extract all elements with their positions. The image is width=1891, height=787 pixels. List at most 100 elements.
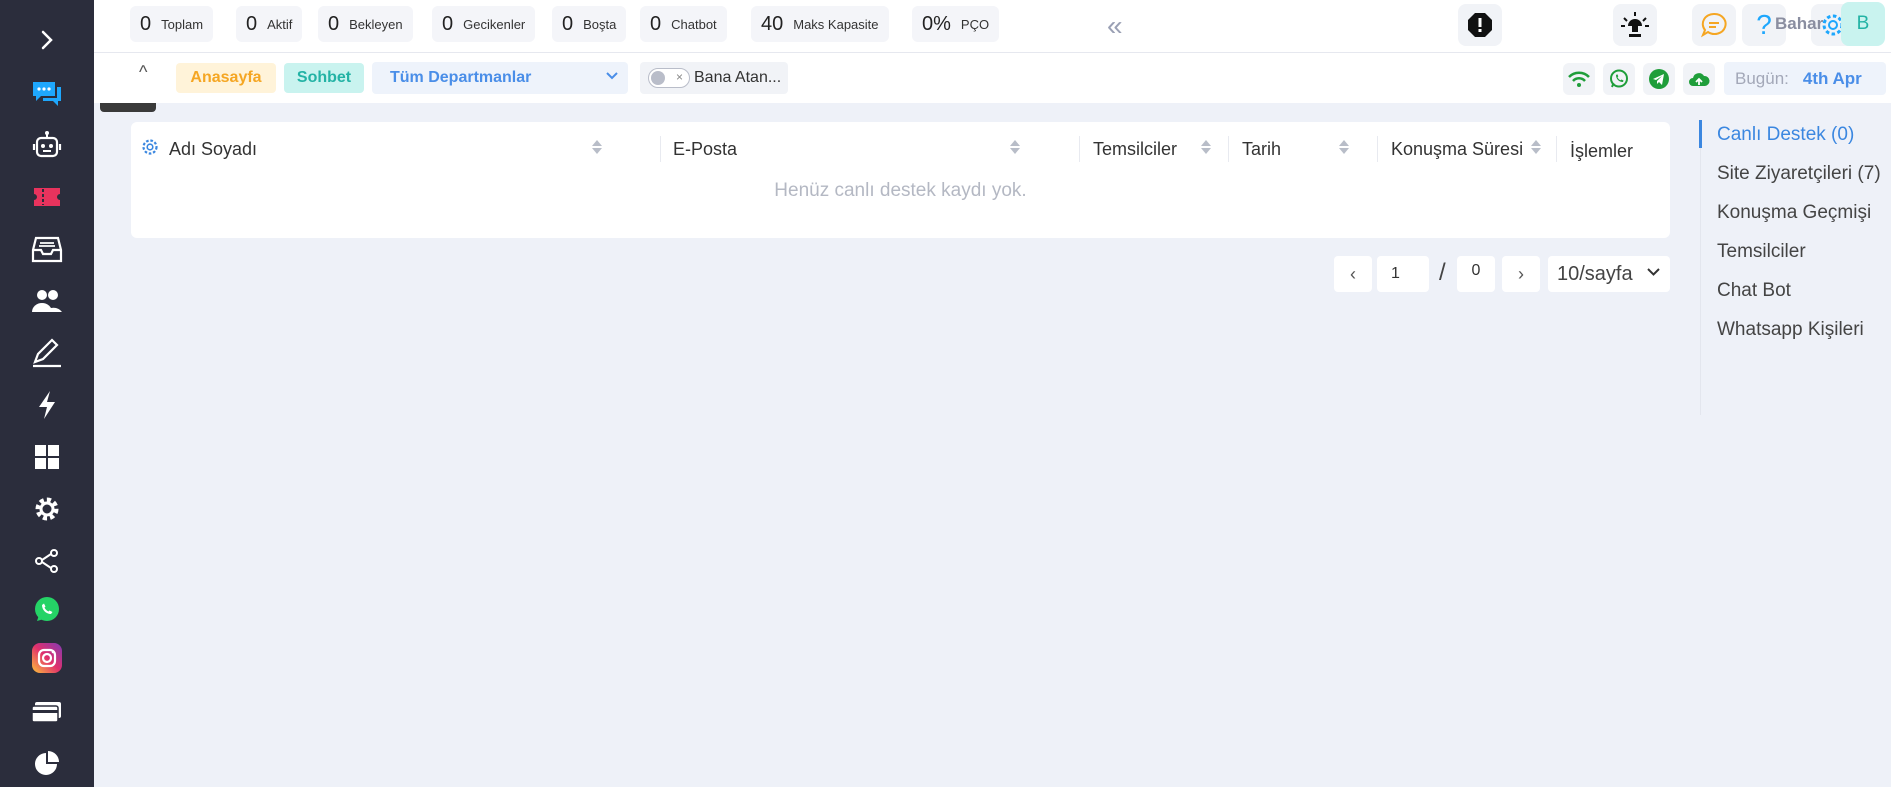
sidebar-item-automation[interactable] — [0, 385, 94, 425]
assigned-filter: × Bana Atan... — [640, 62, 788, 94]
sort-icon[interactable] — [1339, 140, 1349, 154]
sidebar-item-bot[interactable] — [0, 125, 94, 165]
top-bar: 0 Toplam 0 Aktif 0 Bekleyen 0 Gecikenler 0 Bo… — [94, 0, 1891, 53]
stat-value: 0 — [328, 12, 340, 35]
channel-telegram-button[interactable] — [1643, 63, 1675, 95]
sidebar-item-reports[interactable] — [0, 744, 94, 784]
breadcrumb-home[interactable]: Anasayfa — [176, 63, 276, 93]
total-pages: 0 — [1457, 256, 1495, 292]
stat-chatbot[interactable]: 0 Chatbot — [640, 6, 727, 42]
stat-value: 0 — [140, 12, 152, 35]
close-icon: × — [675, 70, 683, 84]
sidebar-item-users[interactable] — [0, 281, 94, 321]
stat-value: 0% — [922, 12, 951, 35]
stat-label: Aktif — [267, 16, 293, 32]
assigned-toggle[interactable]: × — [648, 68, 690, 88]
sort-icon[interactable] — [1531, 140, 1541, 154]
whatsapp-icon — [35, 597, 59, 621]
stat-label: Maks Kapasite — [793, 16, 879, 32]
robot-icon — [32, 131, 62, 158]
today-label: Bugün: — [1735, 68, 1789, 88]
grid-icon — [35, 445, 59, 469]
chat-bubbles-icon — [33, 82, 61, 106]
sub-bar: ^ Anasayfa Sohbet Tüm Departmanlar × Ban… — [94, 53, 1891, 103]
breadcrumb-chat[interactable]: Sohbet — [284, 63, 364, 93]
sidebar — [0, 0, 94, 787]
stat-pco[interactable]: 0% PÇO — [912, 6, 1000, 42]
prev-page-button[interactable]: ‹ — [1334, 256, 1372, 292]
theme-button[interactable] — [1613, 4, 1657, 46]
card-icon — [31, 702, 61, 723]
sidebar-item-payment[interactable] — [0, 692, 94, 732]
alert-button[interactable] — [1458, 4, 1502, 46]
stat-value: 0 — [442, 12, 454, 35]
right-nav-whatsapp-contacts[interactable]: Whatsapp Kişileri — [1717, 319, 1864, 341]
page-size-select[interactable]: 10/sayfa — [1548, 256, 1670, 292]
today-indicator: Bugün: 4th Apr — [1724, 62, 1886, 95]
sort-icon[interactable] — [1201, 140, 1211, 154]
channel-wifi-button[interactable] — [1563, 63, 1595, 95]
stat-value: 0 — [246, 12, 258, 35]
column-header-date[interactable]: Tarih — [1242, 134, 1281, 164]
sidebar-item-settings[interactable] — [0, 489, 94, 529]
avatar[interactable]: B — [1841, 2, 1885, 46]
collapse-stats-button[interactable]: « — [1107, 10, 1123, 42]
pen-icon — [33, 338, 61, 368]
stat-active[interactable]: 0 Aktif — [236, 6, 303, 42]
sort-icon[interactable] — [592, 140, 602, 154]
stat-idle[interactable]: 0 Boşta — [552, 6, 627, 42]
stat-label: Bekleyen — [349, 16, 403, 32]
column-header-email[interactable]: E-Posta — [673, 134, 737, 164]
ticket-icon — [34, 188, 60, 206]
department-select[interactable]: Tüm Departmanlar — [372, 62, 628, 94]
sidebar-item-whatsapp[interactable] — [0, 590, 94, 630]
stat-label: Toplam — [161, 16, 204, 32]
today-value: 4th Apr — [1802, 68, 1862, 88]
bolt-icon — [39, 391, 55, 419]
column-header-duration[interactable]: Konuşma Süresi — [1391, 134, 1523, 164]
chevron-down-icon — [606, 68, 618, 84]
chevron-down-icon — [1647, 265, 1660, 280]
channel-whatsapp-button[interactable] — [1603, 63, 1635, 95]
share-icon — [35, 549, 58, 573]
sidebar-item-chat[interactable] — [0, 73, 94, 113]
sidebar-item-inbox[interactable] — [0, 229, 94, 269]
active-indicator — [1699, 120, 1702, 148]
stat-label: Gecikenler — [463, 16, 526, 32]
stat-label: Boşta — [583, 16, 617, 32]
sidebar-item-instagram[interactable] — [0, 638, 94, 678]
sidebar-item-dashboard[interactable] — [0, 437, 94, 477]
instagram-icon — [32, 643, 62, 673]
empty-state-text: Henüz canlı destek kaydı yok. — [774, 180, 1027, 201]
next-page-button[interactable]: › — [1502, 256, 1540, 292]
sidebar-item-share[interactable] — [0, 541, 94, 581]
stat-max-capacity[interactable]: 40 Maks Kapasite — [751, 6, 889, 42]
stat-total[interactable]: 0 Toplam — [130, 6, 214, 42]
sidebar-item-tickets[interactable] — [0, 177, 94, 217]
pie-chart-icon — [35, 751, 59, 775]
channel-cloud-button[interactable] — [1683, 63, 1715, 95]
right-nav-chat-history[interactable]: Konuşma Geçmişi — [1717, 202, 1871, 224]
cloud-icon — [1689, 73, 1710, 86]
right-nav-agents[interactable]: Temsilciler — [1717, 241, 1806, 263]
whatsapp-icon — [1610, 69, 1628, 88]
feedback-button[interactable] — [1692, 4, 1736, 46]
page-separator: / — [1439, 259, 1446, 286]
user-name: Bahar — [1775, 14, 1824, 33]
stat-value: 0 — [562, 12, 574, 35]
assigned-toggle-label: Bana Atan... — [694, 69, 782, 86]
stat-waiting[interactable]: 0 Bekleyen — [318, 6, 413, 42]
page-number-input[interactable]: 1 — [1377, 256, 1429, 292]
right-nav-site-visitors[interactable]: Site Ziyaretçileri (7) — [1717, 163, 1881, 185]
stat-delayed[interactable]: 0 Gecikenler — [432, 6, 536, 42]
right-nav-chat-bot[interactable]: Chat Bot — [1717, 280, 1791, 302]
column-header-agents[interactable]: Temsilciler — [1093, 134, 1177, 164]
right-nav-live-support[interactable]: Canlı Destek (0) — [1717, 124, 1854, 146]
sidebar-item-edit[interactable] — [0, 333, 94, 373]
sort-icon[interactable] — [1010, 140, 1020, 154]
column-header-name[interactable]: Adı Soyadı — [169, 134, 257, 164]
column-header-actions: İşlemler — [1570, 140, 1634, 161]
column-settings-icon[interactable] — [141, 138, 159, 156]
sidebar-expand-button[interactable] — [0, 20, 94, 60]
right-nav: Canlı Destek (0) Site Ziyaretçileri (7) … — [1699, 120, 1891, 415]
